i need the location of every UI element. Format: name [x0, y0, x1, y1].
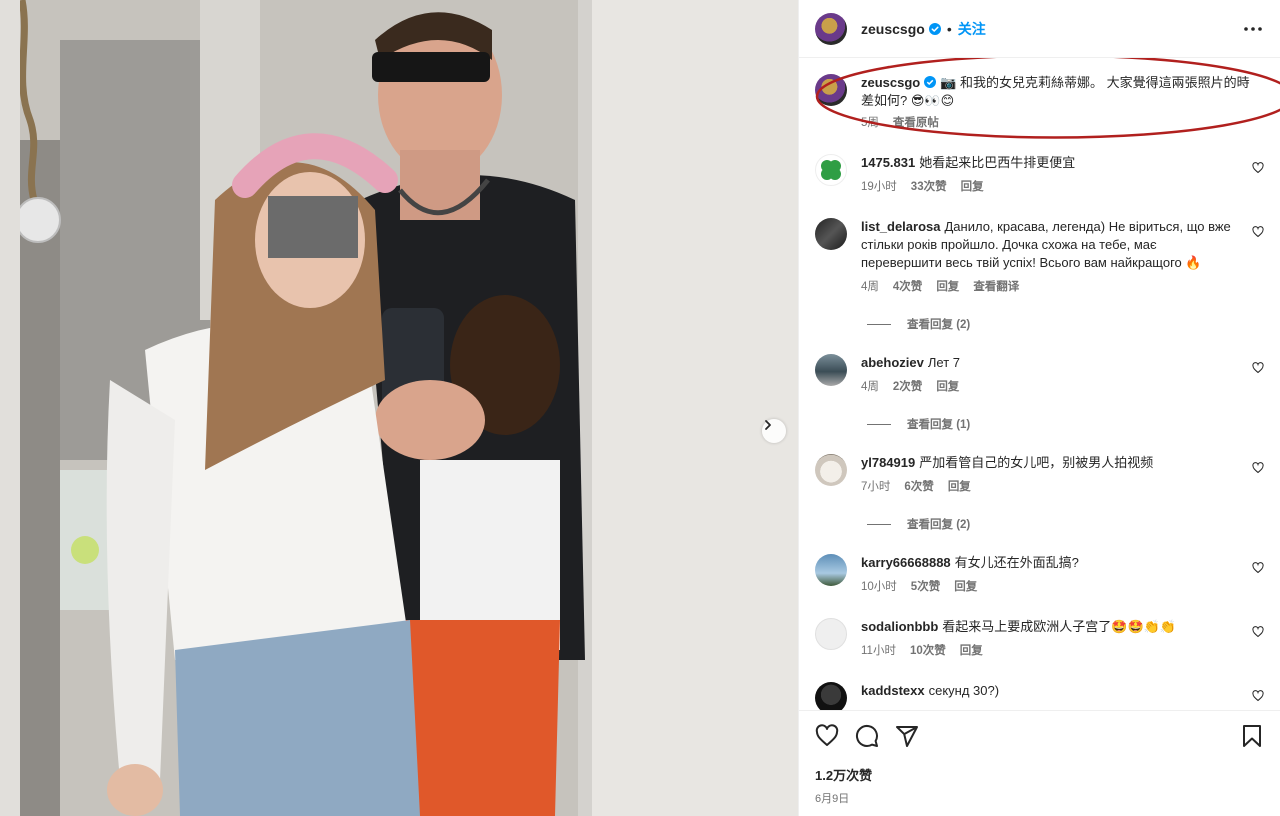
reply-button[interactable]: 回复 [954, 578, 977, 594]
comment-item: 1475.831 她看起来比巴西牛排更便宜 19小时 33次赞 回复 [815, 154, 1264, 194]
comment-likes[interactable]: 33次赞 [911, 178, 947, 194]
comment-username[interactable]: karry66668888 [861, 555, 951, 570]
post-photo [0, 0, 798, 816]
commenter-avatar[interactable] [815, 454, 847, 486]
author-username[interactable]: zeuscsgo [861, 21, 925, 37]
header-separator: • [946, 20, 952, 37]
comment-time: 11小时 [861, 645, 896, 657]
share-icon[interactable] [895, 724, 919, 748]
replies-line [867, 323, 891, 325]
comment-text: 她看起来比巴西牛排更便宜 [919, 155, 1076, 170]
comment-time: 10小时 [861, 581, 897, 593]
verified-badge-icon [928, 22, 941, 35]
reply-button[interactable]: 回复 [948, 478, 971, 494]
reply-button[interactable]: 回复 [960, 642, 983, 658]
more-icon[interactable] [1242, 18, 1264, 40]
author-avatar[interactable] [815, 12, 847, 45]
comment-time: 4周 [861, 381, 879, 393]
comment-username[interactable]: sodalionbbb [861, 619, 938, 634]
comment-text: Лет 7 [927, 355, 960, 370]
replies-line [867, 423, 891, 425]
comment-text: секунд 30?) [928, 683, 1000, 698]
next-photo-button[interactable] [762, 419, 786, 443]
comment-username[interactable]: kaddstexx [861, 683, 925, 698]
view-replies-button[interactable]: 查看回复 (2) [867, 516, 1264, 532]
comment-time: 4周 [861, 281, 879, 293]
clover-icon [821, 160, 841, 180]
view-replies-label: 查看回复 (2) [907, 519, 971, 531]
post-header: zeuscsgo • 关注 [799, 0, 1280, 58]
comment-likes[interactable]: 2次赞 [893, 378, 922, 394]
photo-illustration [0, 0, 798, 816]
view-replies-button[interactable]: 查看回复 (1) [867, 416, 1264, 432]
comment-time: 7小时 [861, 481, 891, 493]
comment-item: yl784919 严加看管自己的女儿吧，别被男人拍视频 7小时 6次赞 回复 [815, 454, 1264, 494]
comment-likes[interactable]: 6次赞 [904, 478, 933, 494]
comment-text: 看起来马上要成欧洲人子宫了🤩🤩👏👏 [942, 619, 1177, 634]
commenter-avatar[interactable] [815, 682, 847, 710]
comment-item: list_delarosa Данило, красава, легенда) Н… [815, 218, 1264, 294]
comment-text: 有女儿还在外面乱搞? [954, 555, 1079, 570]
comment-username[interactable]: yl784919 [861, 455, 915, 470]
comment-heart-icon[interactable] [1252, 626, 1264, 638]
commenter-avatar[interactable] [815, 554, 847, 586]
reply-button[interactable]: 回复 [936, 378, 959, 394]
view-replies-label: 查看回复 (2) [907, 319, 971, 331]
follow-button[interactable]: 关注 [958, 19, 986, 39]
comment-username[interactable]: list_delarosa [861, 219, 941, 234]
comment-username[interactable]: abehoziev [861, 355, 924, 370]
comment-username[interactable]: 1475.831 [861, 155, 915, 170]
comments-list[interactable]: zeuscsgo 📷 和我的女兒克莉絲蒂娜。 大家覺得這兩張照片的時差如何? 😎👀… [799, 58, 1280, 710]
reply-button[interactable]: 回复 [961, 178, 984, 194]
commenter-avatar[interactable] [815, 618, 847, 650]
reply-button[interactable]: 回复 [936, 278, 959, 294]
comment-likes[interactable]: 5次赞 [911, 578, 940, 594]
view-replies-label: 查看回复 (1) [907, 419, 971, 431]
commenter-avatar[interactable] [815, 218, 847, 250]
post-caption: zeuscsgo 📷 和我的女兒克莉絲蒂娜。 大家覺得這兩張照片的時差如何? 😎👀… [815, 58, 1280, 139]
comment-heart-icon[interactable] [1252, 690, 1264, 702]
comment-item: karry66668888 有女儿还在外面乱搞? 10小时 5次赞 回复 [815, 554, 1264, 594]
post-side-panel: zeuscsgo • 关注 zeuscsgo 📷 和我的女兒克莉絲蒂娜。 大家覺得… [798, 0, 1280, 816]
comment-item: kaddstexx секунд 30?) [815, 682, 1264, 710]
heart-icon[interactable] [815, 724, 839, 748]
comment-likes[interactable]: 4次赞 [893, 278, 922, 294]
post-date: 6月9日 [815, 793, 850, 805]
commenter-avatar[interactable] [815, 154, 847, 186]
comment-item: sodalionbbb 看起来马上要成欧洲人子宫了🤩🤩👏👏 11小时 10次赞 回… [815, 618, 1264, 658]
post-actions: 1.2万次赞 6月9日 [799, 710, 1280, 816]
comment-heart-icon[interactable] [1252, 362, 1264, 374]
likes-count[interactable]: 1.2万次赞 [815, 765, 1264, 784]
commenter-avatar[interactable] [815, 354, 847, 386]
comment-heart-icon[interactable] [1252, 562, 1264, 574]
comment-item: abehoziev Лет 7 4周 2次赞 回复 [815, 354, 1264, 394]
comment-heart-icon[interactable] [1252, 462, 1264, 474]
comment-heart-icon[interactable] [1252, 226, 1264, 238]
comment-heart-icon[interactable] [1252, 162, 1264, 174]
see-translation-link[interactable]: 查看翻译 [973, 278, 1019, 294]
chevron-right-icon [765, 420, 771, 430]
replies-line [867, 523, 891, 525]
comment-likes[interactable]: 10次赞 [910, 642, 946, 658]
comment-text: 严加看管自己的女儿吧，别被男人拍视频 [919, 455, 1154, 470]
comment-time: 19小时 [861, 181, 897, 193]
view-replies-button[interactable]: 查看回复 (2) [867, 316, 1264, 332]
bookmark-icon[interactable] [1240, 724, 1264, 748]
comment-icon[interactable] [855, 724, 879, 748]
highlight-ellipse [815, 58, 1280, 139]
